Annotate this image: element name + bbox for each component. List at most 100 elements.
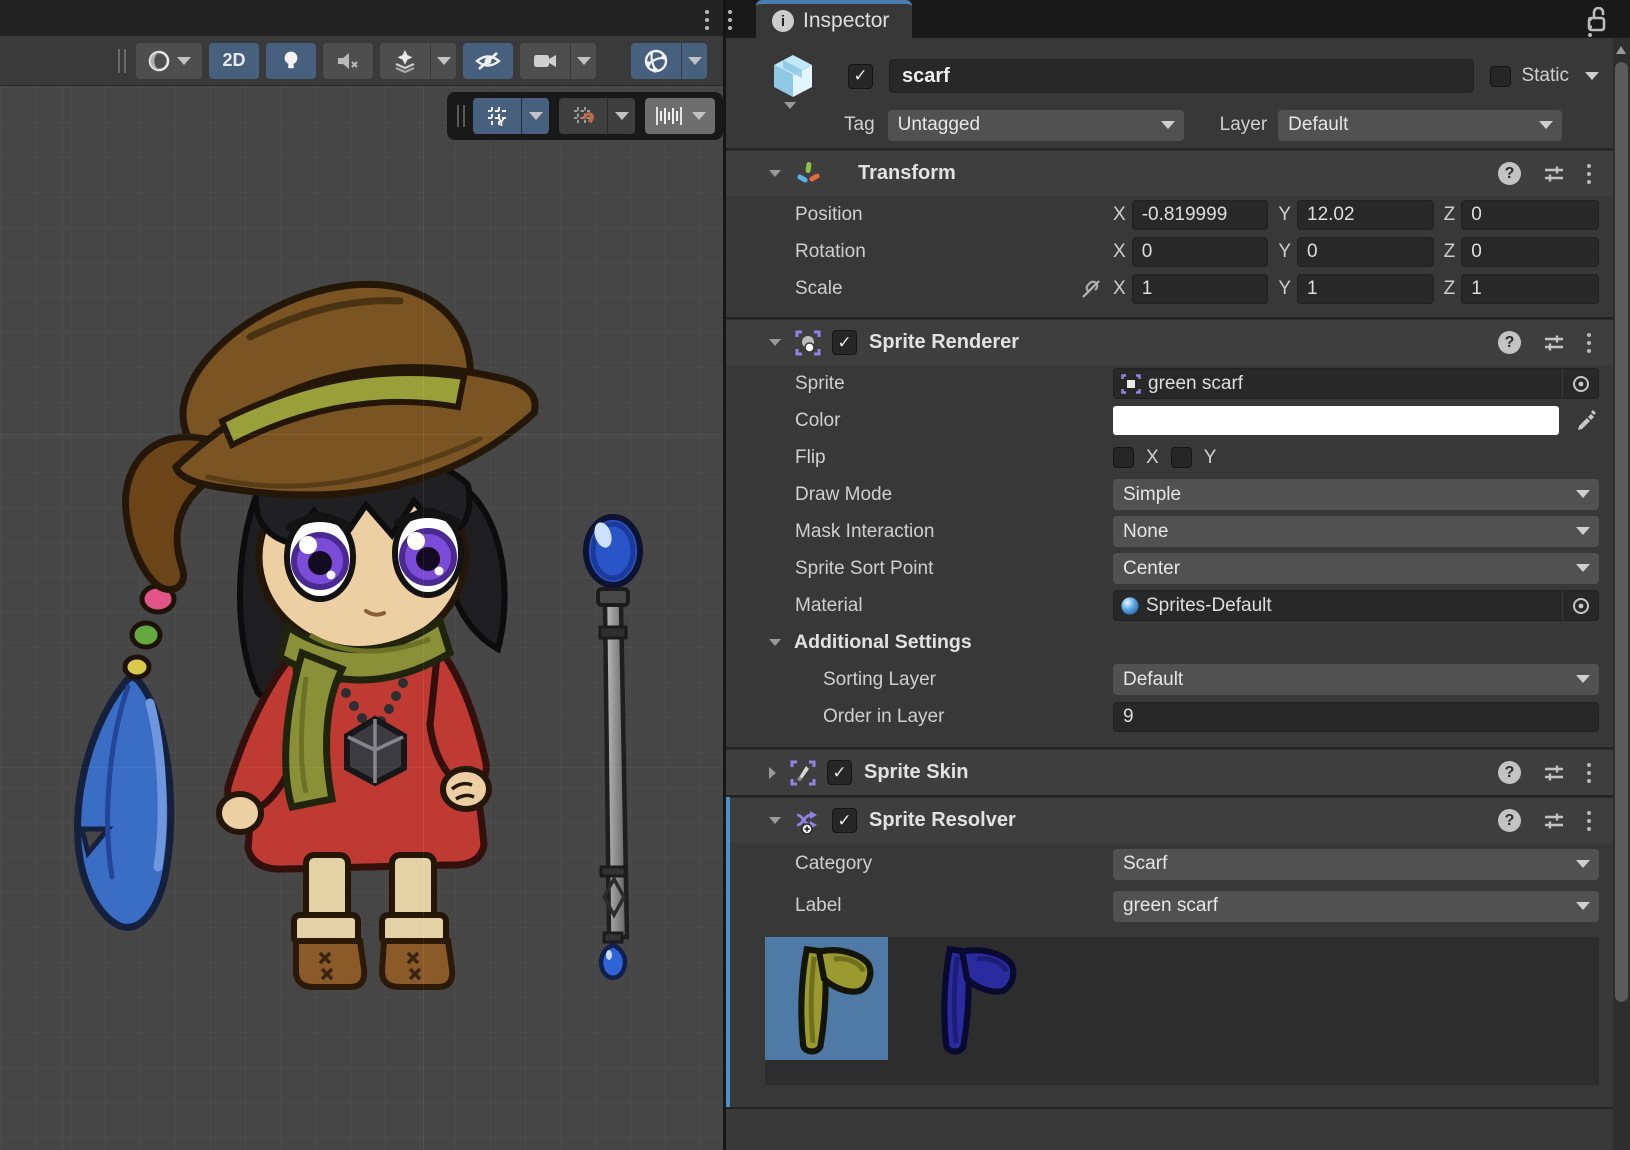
component-menu-kebab-icon[interactable] xyxy=(1587,333,1591,353)
grid-snapping-dropdown-button[interactable] xyxy=(607,98,635,134)
help-icon[interactable]: ? xyxy=(1498,809,1521,832)
sorting-layer-dropdown[interactable]: Default xyxy=(1113,664,1599,695)
static-label: Static xyxy=(1521,65,1569,87)
order-in-layer-field[interactable]: 9 xyxy=(1113,702,1599,732)
flip-x-checkbox[interactable] xyxy=(1113,447,1134,468)
sprite-skin-title: Sprite Skin xyxy=(864,761,968,784)
scene-lighting-button[interactable] xyxy=(266,43,316,79)
scene-camera-button[interactable] xyxy=(520,43,570,79)
component-menu-kebab-icon[interactable] xyxy=(1587,811,1591,831)
scene-tab-strip xyxy=(0,0,723,36)
object-picker-button[interactable] xyxy=(1562,591,1598,620)
help-icon[interactable]: ? xyxy=(1498,331,1521,354)
shading-mode-button[interactable] xyxy=(136,43,202,79)
scene-audio-button[interactable] xyxy=(323,43,373,79)
sprite-variant-blue-scarf[interactable] xyxy=(908,937,1031,1060)
label-dropdown[interactable]: green scarf xyxy=(1113,891,1599,922)
help-icon[interactable]: ? xyxy=(1498,761,1521,784)
scale-x-field[interactable]: 1 xyxy=(1132,274,1269,304)
position-z-field[interactable]: 0 xyxy=(1461,200,1599,230)
gizmos-dropdown-button[interactable] xyxy=(681,43,707,79)
layer-dropdown[interactable]: Default xyxy=(1278,110,1562,141)
sprite-renderer-header[interactable]: ✓ Sprite Renderer ? xyxy=(726,319,1613,365)
color-swatch[interactable] xyxy=(1113,406,1559,435)
grid-size-button[interactable] xyxy=(645,98,715,134)
chevron-down-icon xyxy=(1576,860,1590,868)
presets-icon[interactable] xyxy=(1543,810,1565,832)
grid-axis-button[interactable]: Y xyxy=(473,98,521,134)
sprite-renderer-enabled-checkbox[interactable]: ✓ xyxy=(832,330,857,355)
sprite-skin-enabled-checkbox[interactable]: ✓ xyxy=(827,760,852,785)
category-row: Category Scarf xyxy=(726,843,1613,885)
help-icon[interactable]: ? xyxy=(1498,162,1521,185)
sprite-resolver-enabled-checkbox[interactable]: ✓ xyxy=(832,808,857,833)
prefab-fold-arrow[interactable] xyxy=(784,102,796,109)
grid-snapping-button[interactable] xyxy=(559,98,607,134)
object-picker-button[interactable] xyxy=(1562,369,1598,398)
position-y-field[interactable]: 12.02 xyxy=(1297,200,1434,230)
eyedropper-icon[interactable] xyxy=(1575,409,1599,433)
sprite-variant-green-scarf[interactable] xyxy=(765,937,888,1060)
transform-header[interactable]: Transform ? xyxy=(726,150,1613,196)
layer-label: Layer xyxy=(1220,114,1268,136)
tab-inspector[interactable]: i Inspector xyxy=(756,0,912,38)
camera-dropdown-button[interactable] xyxy=(570,43,596,79)
sorting-layer-row: Sorting Layer Default xyxy=(726,661,1613,698)
rotation-y-field[interactable]: 0 xyxy=(1297,237,1434,267)
2d-mode-button[interactable]: 2D xyxy=(209,43,259,79)
scroll-up-arrow-icon[interactable] xyxy=(1616,46,1626,54)
draw-mode-dropdown[interactable]: Simple xyxy=(1113,479,1599,510)
sort-point-dropdown[interactable]: Center xyxy=(1113,553,1599,584)
scene-viewport[interactable]: Y xyxy=(0,87,723,1150)
category-label: Category xyxy=(726,853,1113,875)
scale-z-field[interactable]: 1 xyxy=(1461,274,1599,304)
additional-settings-row[interactable]: Additional Settings xyxy=(726,624,1613,661)
scrollbar-thumb[interactable] xyxy=(1615,62,1628,1002)
sprite-resolver-header[interactable]: ✓ Sprite Resolver ? xyxy=(726,797,1613,843)
presets-icon[interactable] xyxy=(1543,762,1565,784)
fold-arrow-open[interactable] xyxy=(769,639,781,646)
info-icon: i xyxy=(772,10,794,32)
presets-icon[interactable] xyxy=(1543,163,1565,185)
static-checkbox[interactable] xyxy=(1490,66,1511,87)
toolbar-drag-handle[interactable] xyxy=(118,49,126,73)
position-row: Position X-0.819999 Y12.02 Z0 xyxy=(726,196,1613,233)
game-object-name-field[interactable]: scarf xyxy=(889,59,1474,93)
prefab-cube-icon[interactable] xyxy=(770,52,816,100)
rotation-x-field[interactable]: 0 xyxy=(1132,237,1269,267)
rotation-z-field[interactable]: 0 xyxy=(1461,237,1599,267)
grid-axis-dropdown-button[interactable] xyxy=(521,98,549,134)
active-checkbox[interactable]: ✓ xyxy=(848,64,873,89)
fold-arrow-open[interactable] xyxy=(769,339,781,346)
scene-menu-kebab-icon[interactable] xyxy=(705,10,709,30)
category-dropdown[interactable]: Scarf xyxy=(1113,849,1599,880)
presets-icon[interactable] xyxy=(1543,332,1565,354)
fold-arrow-open[interactable] xyxy=(769,170,781,177)
camera-button-group xyxy=(520,43,596,79)
mask-interaction-dropdown[interactable]: None xyxy=(1113,516,1599,547)
inspector-scrollbar[interactable] xyxy=(1613,38,1630,1150)
effects-dropdown-button[interactable] xyxy=(430,43,456,79)
sprite-skin-header[interactable]: ✓ Sprite Skin ? xyxy=(726,749,1613,795)
inspector-pane-kebab-icon[interactable] xyxy=(728,10,732,30)
material-object-field[interactable]: Sprites-Default xyxy=(1113,590,1599,621)
scale-y-field[interactable]: 1 xyxy=(1297,274,1434,304)
sprite-resolver-icon xyxy=(794,807,822,835)
scene-effects-button[interactable] xyxy=(380,43,430,79)
position-x-field[interactable]: -0.819999 xyxy=(1132,200,1269,230)
gizmos-button[interactable] xyxy=(631,43,681,79)
component-menu-kebab-icon[interactable] xyxy=(1587,763,1591,783)
fold-arrow-closed[interactable] xyxy=(769,767,776,779)
fold-arrow-open[interactable] xyxy=(769,817,781,824)
snapbar-drag-handle[interactable] xyxy=(457,105,465,127)
tag-dropdown[interactable]: Untagged xyxy=(888,110,1184,141)
static-dropdown-arrow[interactable] xyxy=(1585,72,1599,80)
flip-y-checkbox[interactable] xyxy=(1171,447,1192,468)
component-menu-kebab-icon[interactable] xyxy=(1587,164,1591,184)
left-eye xyxy=(287,515,353,599)
link-broken-icon[interactable] xyxy=(1079,277,1103,301)
sprite-object-field[interactable]: green scarf xyxy=(1113,368,1599,399)
inspector-menu-kebab-icon[interactable] xyxy=(1588,17,1592,37)
scene-visibility-button[interactable] xyxy=(463,43,513,79)
unity-cube-pendant xyxy=(347,719,404,783)
